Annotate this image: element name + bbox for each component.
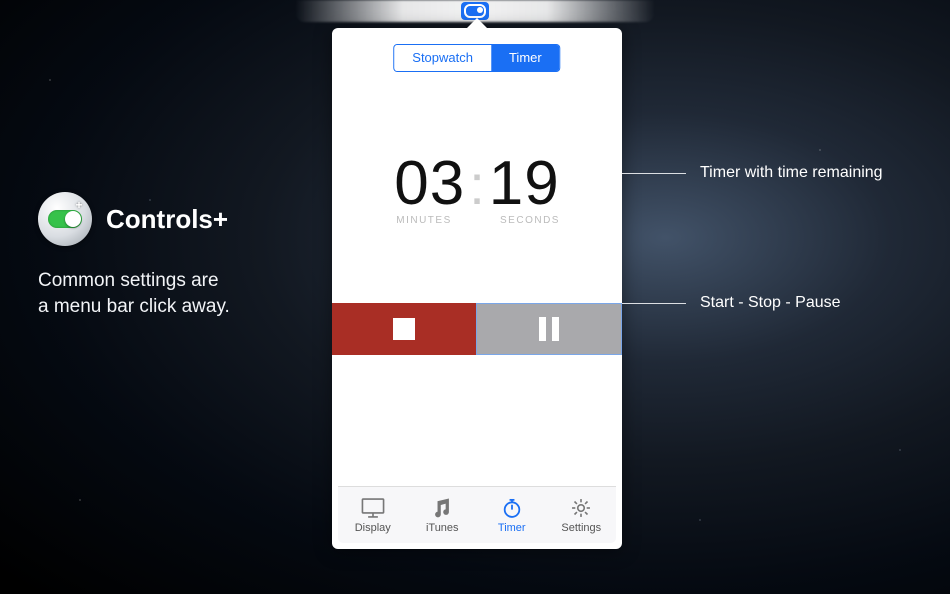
callout-timer-remaining: Timer with time remaining (622, 164, 883, 182)
promo-title: Controls+ (106, 204, 228, 235)
tab-display[interactable]: Display (338, 487, 408, 543)
callout-text: Start - Stop - Pause (700, 294, 841, 312)
promo-sub-line2: a menu bar click away. (38, 294, 318, 320)
bottom-tabbar: Display iTunes Timer (338, 486, 616, 543)
callout-line (622, 303, 686, 304)
callout-text: Timer with time remaining (700, 164, 883, 182)
segment-timer[interactable]: Timer (491, 45, 560, 71)
pause-icon (552, 317, 559, 341)
callout-line (622, 173, 686, 174)
tab-settings[interactable]: Settings (547, 487, 617, 543)
callout-start-stop-pause: Start - Stop - Pause (622, 294, 841, 312)
tab-timer[interactable]: Timer (477, 487, 547, 543)
gear-icon (568, 496, 594, 520)
playback-controls (332, 303, 622, 355)
time-display: 03 : 19 MINUTES SECONDS (332, 148, 622, 226)
tab-itunes-label: iTunes (426, 522, 459, 534)
minutes-label: MINUTES (384, 215, 464, 226)
segment-stopwatch[interactable]: Stopwatch (394, 45, 491, 71)
music-note-icon (429, 496, 455, 520)
pause-button[interactable] (476, 303, 622, 355)
minutes-value: 03 (394, 148, 465, 219)
app-icon: + (38, 192, 92, 246)
toggle-icon (464, 4, 486, 18)
tab-itunes[interactable]: iTunes (408, 487, 478, 543)
seconds-value: 19 (489, 148, 560, 219)
tab-timer-label: Timer (498, 522, 526, 534)
time-separator: : (465, 152, 489, 217)
pause-icon (539, 317, 546, 341)
toggle-on-icon (48, 210, 82, 228)
tab-settings-label: Settings (561, 522, 601, 534)
monitor-icon (360, 496, 386, 520)
promo-block: + Controls+ Common settings are a menu b… (38, 192, 318, 319)
stopwatch-icon (499, 496, 525, 520)
promo-subtitle: Common settings are a menu bar click awa… (38, 268, 318, 319)
tab-display-label: Display (355, 522, 391, 534)
popover-panel: Stopwatch Timer 03 : 19 MINUTES SECONDS (332, 28, 622, 549)
promo-sub-line1: Common settings are (38, 268, 318, 294)
stop-icon (393, 318, 415, 340)
seconds-label: SECONDS (490, 215, 570, 226)
mode-segmented-control: Stopwatch Timer (393, 44, 560, 72)
plus-icon: + (75, 198, 82, 212)
stop-button[interactable] (332, 303, 476, 355)
